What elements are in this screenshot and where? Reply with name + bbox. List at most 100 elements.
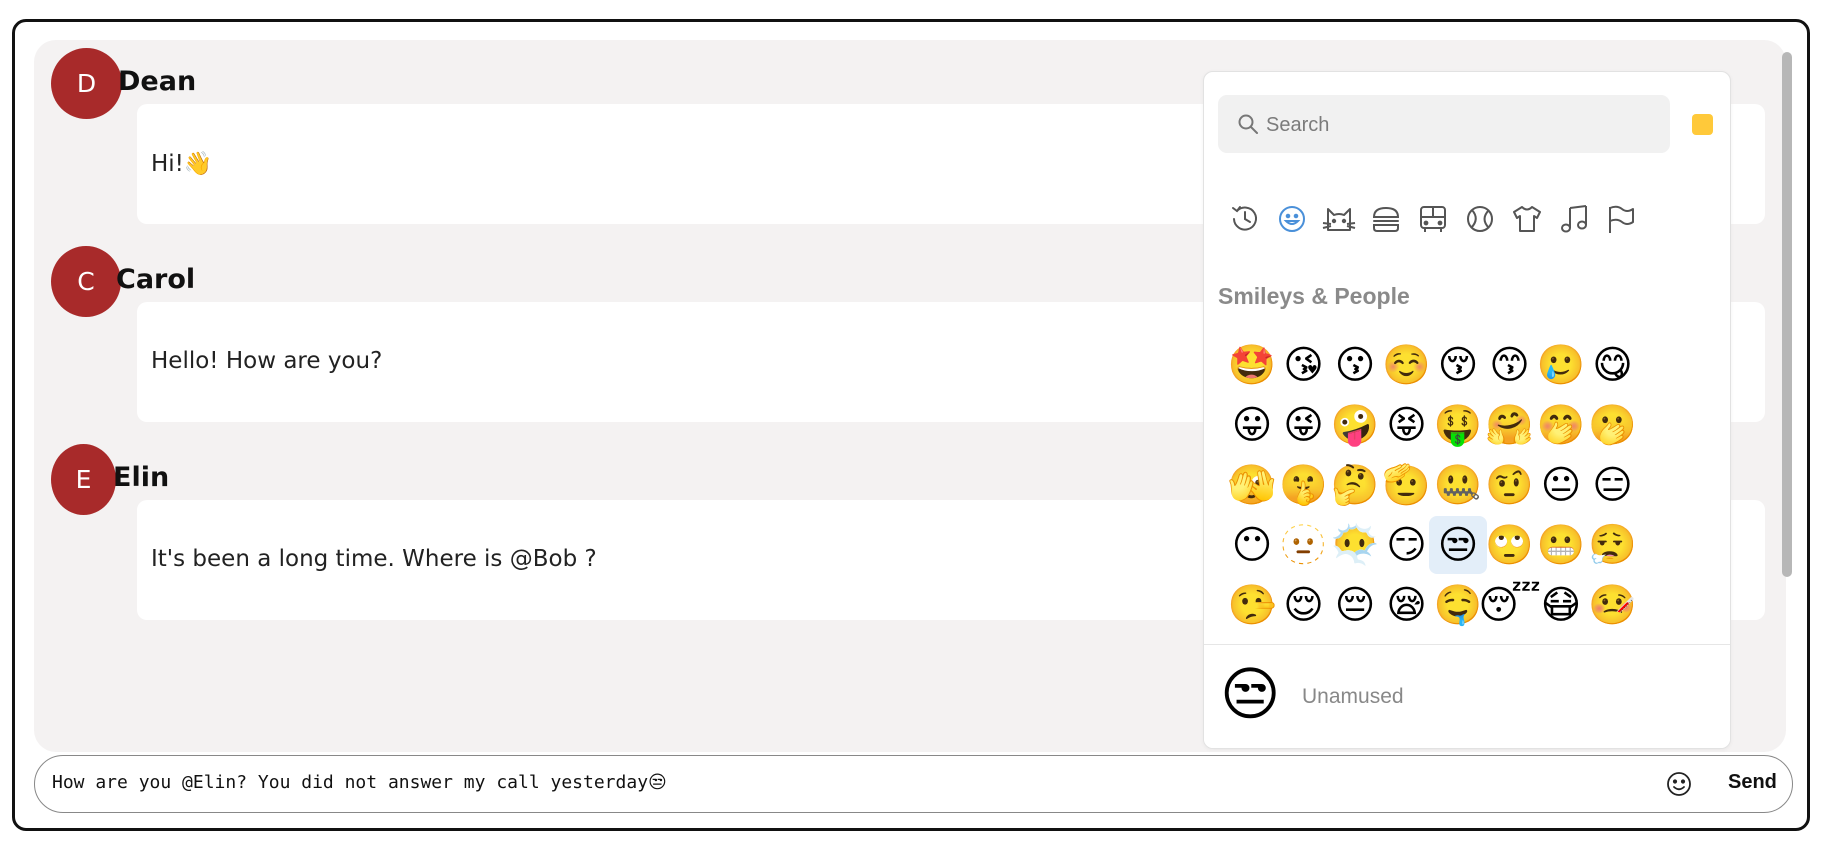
emoji-cell[interactable]: 🤑: [1429, 396, 1487, 454]
emoji-cell[interactable]: 🤥: [1223, 576, 1281, 634]
emoji-glyph: 🫥: [1279, 522, 1328, 568]
emoji-grid: 🤩 😘 😗 ☺️ 😚 😙 🥲 😋 😛 😜 🤪 😝 🤑 🤗 🤭 🫢 🫣 🤫 🤔 🫡 🤐 🤨 😐 😑 😶 🫥 😶‍🌫️ 😏 😒 🙄 😬 😮‍💨 🤥 😌…: [1223, 336, 1707, 636]
emoji-glyph: ☺️: [1382, 342, 1431, 388]
emoji-cell[interactable]: 😏: [1378, 516, 1436, 574]
emoji-glyph: 😙: [1489, 342, 1530, 388]
emoji-glyph: 🤨: [1485, 462, 1534, 508]
emoji-glyph: 😑: [1592, 462, 1633, 508]
emoji-cell[interactable]: 😶‍🌫️: [1326, 516, 1384, 574]
send-button[interactable]: Send: [1728, 771, 1777, 794]
message-text: Hello! How are you?: [151, 348, 383, 374]
emoji-cell[interactable]: 🫥: [1275, 516, 1333, 574]
emoji-preview: 😒 Unamused: [1204, 644, 1730, 748]
emoji-glyph: 😛: [1231, 402, 1273, 448]
emoji-cell[interactable]: ☺️: [1378, 336, 1436, 394]
emoji-cell[interactable]: 😛: [1223, 396, 1281, 454]
emoji-cell[interactable]: 🤒: [1584, 576, 1642, 634]
message-input-text: How are you @Elin? You did not answer my…: [52, 772, 649, 793]
emoji-glyph: 😏: [1386, 522, 1427, 568]
avatar: E: [51, 444, 116, 515]
emoji-cell[interactable]: 🤩: [1223, 336, 1281, 394]
emoji-cell[interactable]: 🫡: [1378, 456, 1436, 514]
emoji-glyph: 😌: [1283, 582, 1324, 628]
activities-icon[interactable]: [1461, 200, 1499, 238]
emoji-glyph: 😪: [1386, 582, 1427, 628]
emoji-glyph: 😗: [1334, 342, 1376, 388]
emoji-row: 🤩 😘 😗 ☺️ 😚 😙 🥲 😋: [1223, 336, 1707, 396]
waving-hand-emoji: 👋: [183, 151, 213, 177]
emoji-glyph: 😝: [1386, 402, 1427, 448]
emoji-cell[interactable]: 😐: [1532, 456, 1590, 514]
emoji-cell[interactable]: 😝: [1378, 396, 1436, 454]
emoji-search-input[interactable]: [1264, 107, 1658, 143]
emoji-search-box: [1218, 95, 1670, 153]
emoji-cell[interactable]: 🙄: [1481, 516, 1539, 574]
emoji-cell[interactable]: 🥲: [1532, 336, 1590, 394]
flags-icon[interactable]: [1602, 200, 1640, 238]
emoji-cell[interactable]: 🫢: [1584, 396, 1642, 454]
emoji-glyph: 🤥: [1227, 582, 1277, 628]
emoji-glyph: 🤗: [1485, 402, 1534, 448]
emoji-cell[interactable]: 😪: [1378, 576, 1436, 634]
emoji-glyph: 😶‍🌫️: [1330, 522, 1380, 568]
emoji-glyph: 🤪: [1330, 402, 1380, 448]
emoji-cell[interactable]: 🤗: [1481, 396, 1539, 454]
emoji-glyph: 😜: [1283, 402, 1324, 448]
emoji-cell[interactable]: 😘: [1275, 336, 1333, 394]
emoji-glyph: 🤫: [1279, 462, 1328, 508]
emoji-cell[interactable]: 🤭: [1532, 396, 1590, 454]
emoji-glyph: 🤒: [1588, 582, 1637, 628]
section-title: Smileys & People: [1218, 283, 1410, 309]
emoji-cell[interactable]: 🤨: [1481, 456, 1539, 514]
emoji-row: 😛 😜 🤪 😝 🤑 🤗 🤭 🫢: [1223, 396, 1707, 456]
emoji-cell[interactable]: 😜: [1275, 396, 1333, 454]
emoji-glyph: 🤐: [1433, 462, 1483, 508]
emoji-cell[interactable]: 🤐: [1429, 456, 1487, 514]
emoji-cell[interactable]: 😮‍💨: [1584, 516, 1642, 574]
message-author: Elin: [113, 462, 170, 493]
emoji-glyph: 🫢: [1588, 402, 1637, 448]
search-icon: [1238, 114, 1258, 134]
emoji-cell[interactable]: 🤫: [1275, 456, 1333, 514]
emoji-cell[interactable]: 😷: [1532, 576, 1590, 634]
message-input[interactable]: How are you @Elin? You did not answer my…: [34, 755, 1793, 813]
emoji-glyph: 😋: [1592, 342, 1633, 388]
chat-scrollbar[interactable]: [1782, 52, 1792, 577]
animals-icon[interactable]: [1320, 200, 1358, 238]
food-icon[interactable]: [1367, 200, 1405, 238]
skin-tone-button[interactable]: [1692, 114, 1713, 135]
emoji-glyph: 😶: [1231, 522, 1273, 568]
emoji-grid-area: 🤩 😘 😗 ☺️ 😚 😙 🥲 😋 😛 😜 🤪 😝 🤑 🤗 🤭 🫢 🫣 🤫 🤔 🫡 🤐 🤨 😐 😑 😶 🫥 😶‍🌫️ 😏 😒 🙄 😬 😮‍💨 🤥 😌…: [1204, 272, 1730, 642]
symbols-icon[interactable]: [1555, 200, 1593, 238]
emoji-glyph: 😮‍💨: [1588, 522, 1637, 568]
smileys-icon[interactable]: [1273, 200, 1311, 238]
emoji-cell[interactable]: 😚: [1429, 336, 1487, 394]
emoji-cell[interactable]: 🫣: [1223, 456, 1281, 514]
emoji-cell[interactable]: 😑: [1584, 456, 1642, 514]
travel-icon[interactable]: [1414, 200, 1452, 238]
emoji-glyph: 🤑: [1433, 402, 1483, 448]
message-text: It's been a long time. Where is @Bob ?: [151, 546, 597, 572]
emoji-glyph: 🤩: [1227, 342, 1277, 388]
emoji-cell[interactable]: 😶: [1223, 516, 1281, 574]
emoji-cell[interactable]: 😒: [1429, 516, 1487, 574]
emoji-cell[interactable]: 😌: [1275, 576, 1333, 634]
emoji-glyph: 😘: [1283, 342, 1324, 388]
emoji-glyph: 😔: [1334, 582, 1376, 628]
emoji-cell[interactable]: 🤔: [1326, 456, 1384, 514]
emoji-cell[interactable]: 😋: [1584, 336, 1642, 394]
emoji-glyph: 🙄: [1485, 522, 1534, 568]
emoji-cell[interactable]: 🤪: [1326, 396, 1384, 454]
objects-icon[interactable]: [1508, 200, 1546, 238]
smiley-icon: [1667, 772, 1691, 796]
recent-icon[interactable]: [1226, 200, 1264, 238]
emoji-glyph: 😬: [1536, 522, 1586, 568]
emoji-cell[interactable]: 😙: [1481, 336, 1539, 394]
emoji-button[interactable]: [1664, 769, 1694, 799]
emoji-cell[interactable]: 😔: [1326, 576, 1384, 634]
emoji-cell[interactable]: 😴: [1478, 576, 1541, 634]
emoji-glyph: 😒: [1437, 522, 1479, 568]
emoji-glyph: 🥲: [1536, 342, 1586, 388]
emoji-cell[interactable]: 😗: [1326, 336, 1384, 394]
emoji-cell[interactable]: 😬: [1532, 516, 1590, 574]
